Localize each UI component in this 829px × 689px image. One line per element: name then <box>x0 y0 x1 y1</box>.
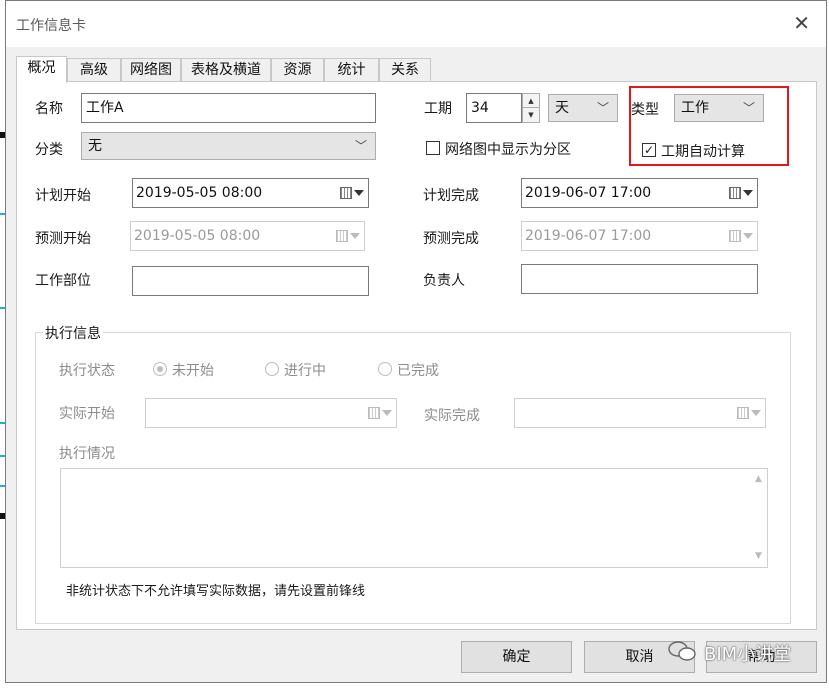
forecast-finish-label: 预测完成 <box>423 231 479 247</box>
tab-relations[interactable]: 关系 <box>379 58 431 82</box>
tab-overview[interactable]: 概况 <box>16 56 67 83</box>
duration-unit-select[interactable]: 天 ﹀ <box>548 94 618 122</box>
forecast-start-value: 2019-05-05 08:00 <box>134 228 261 244</box>
calendar-icon <box>729 230 753 244</box>
chevron-down-icon: ﹀ <box>596 101 609 115</box>
show-as-partition-label: 网络图中显示为分区 <box>445 142 571 158</box>
location-input[interactable] <box>132 266 369 296</box>
plan-start-label: 计划开始 <box>35 188 91 204</box>
calendar-icon <box>336 230 360 244</box>
plan-finish-date[interactable]: 2019-06-07 17:00 <box>521 178 758 208</box>
forecast-finish-date: 2019-06-07 17:00 <box>521 221 758 251</box>
situation-label: 执行情况 <box>59 446 115 462</box>
location-label: 工作部位 <box>35 273 91 289</box>
duration-input[interactable]: 34 <box>466 93 522 123</box>
calendar-icon[interactable] <box>340 187 364 201</box>
category-select[interactable]: 无 ﹀ <box>81 132 376 160</box>
status-radio-not-started <box>153 362 167 376</box>
category-label: 分类 <box>35 142 63 158</box>
status-radio-completed <box>378 362 392 376</box>
spin-down-icon[interactable]: ▼ <box>523 108 539 122</box>
ok-button[interactable]: 确定 <box>461 641 572 673</box>
owner-label: 负责人 <box>423 273 465 289</box>
tab-statistics[interactable]: 统计 <box>324 58 379 82</box>
close-icon[interactable]: ✕ <box>793 11 810 35</box>
status-option-in-progress: 进行中 <box>284 363 326 379</box>
scroll-down-icon: ▼ <box>755 551 762 561</box>
name-label: 名称 <box>35 101 63 117</box>
textarea-scrollbar: ▲ ▼ <box>750 469 767 567</box>
forecast-finish-value: 2019-06-07 17:00 <box>525 228 652 244</box>
owner-input[interactable] <box>521 264 758 294</box>
chevron-down-icon: ﹀ <box>354 139 367 153</box>
execution-note: 非统计状态下不允许填写实际数据，请先设置前锋线 <box>66 584 366 599</box>
execution-group-title: 执行信息 <box>43 323 103 343</box>
duration-stepper[interactable]: ▲ ▼ <box>522 93 540 123</box>
actual-start-date <box>145 398 397 428</box>
title-bar: 工作信息卡 ✕ <box>6 1 826 47</box>
tab-table-gantt[interactable]: 表格及横道 <box>181 58 271 82</box>
status-option-completed: 已完成 <box>397 363 439 379</box>
window-title: 工作信息卡 <box>16 18 86 34</box>
work-info-dialog: 工作信息卡 ✕ 概况 高级 网络图 表格及横道 资源 统计 关系 名称 工作A … <box>5 0 827 683</box>
overview-panel: 名称 工作A 工期 34 ▲ ▼ 天 ﹀ 类型 工作 ﹀ 分类 无 ﹀ 网络图中… <box>16 81 817 630</box>
tab-resources[interactable]: 资源 <box>271 58 324 82</box>
situation-textarea: ▲ ▼ <box>60 468 768 568</box>
scroll-up-icon: ▲ <box>755 474 762 484</box>
actual-finish-date <box>514 398 766 428</box>
duration-label: 工期 <box>424 101 452 117</box>
actual-finish-label: 实际完成 <box>424 408 480 424</box>
plan-finish-label: 计划完成 <box>423 188 479 204</box>
status-label: 执行状态 <box>59 363 115 379</box>
plan-start-date[interactable]: 2019-05-05 08:00 <box>132 178 369 208</box>
plan-finish-value: 2019-06-07 17:00 <box>525 185 652 201</box>
wechat-icon <box>668 641 696 661</box>
spin-up-icon[interactable]: ▲ <box>523 94 539 108</box>
name-input[interactable]: 工作A <box>81 93 376 123</box>
tab-advanced[interactable]: 高级 <box>67 58 121 82</box>
show-as-partition-checkbox[interactable] <box>426 141 440 155</box>
calendar-icon[interactable] <box>729 187 753 201</box>
status-option-not-started: 未开始 <box>172 363 214 379</box>
watermark-text: BIM小讲堂 <box>704 644 792 665</box>
highlight-box <box>629 86 789 166</box>
duration-unit-value: 天 <box>555 100 569 116</box>
status-radio-in-progress <box>265 362 279 376</box>
calendar-icon <box>368 407 392 421</box>
actual-start-label: 实际开始 <box>59 406 115 422</box>
category-value: 无 <box>88 138 102 154</box>
forecast-start-date: 2019-05-05 08:00 <box>130 221 365 251</box>
plan-start-value: 2019-05-05 08:00 <box>136 185 263 201</box>
calendar-icon <box>737 407 761 421</box>
tab-network[interactable]: 网络图 <box>121 58 181 82</box>
forecast-start-label: 预测开始 <box>35 231 91 247</box>
